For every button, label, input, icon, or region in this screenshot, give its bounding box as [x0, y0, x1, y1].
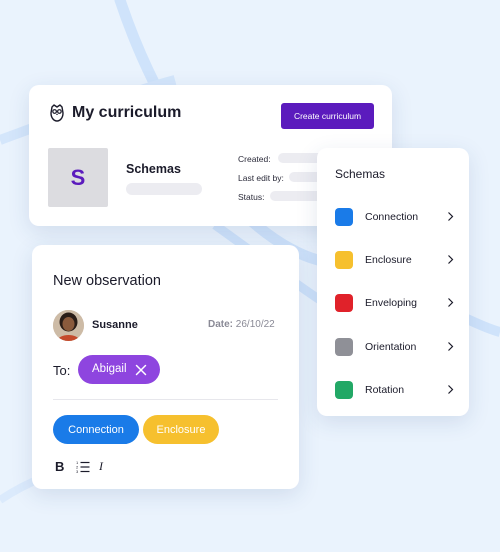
chevron-right-icon [448, 298, 454, 307]
schema-item-label: Orientation [365, 341, 417, 353]
schema-item-label: Enclosure [365, 254, 412, 266]
create-curriculum-button[interactable]: Create curriculum [281, 103, 374, 129]
owl-icon [50, 104, 64, 122]
schema-item-label: Enveloping [365, 297, 417, 309]
curriculum-thumbnail[interactable]: S [48, 148, 108, 207]
last-edit-label: Last edit by: [238, 173, 284, 183]
schemas-panel: Schemas Connection Enclosure Enveloping … [317, 148, 469, 416]
svg-text:3: 3 [76, 469, 79, 473]
color-swatch [335, 338, 353, 356]
avatar [53, 310, 84, 341]
divider [53, 399, 278, 400]
italic-button[interactable]: I [99, 459, 103, 474]
observation-title: New observation [53, 273, 161, 289]
color-swatch [335, 381, 353, 399]
status-label: Status: [238, 192, 265, 202]
new-observation-card: New observation Susanne Date: 26/10/22 T… [32, 245, 299, 489]
numbered-list-icon[interactable]: 1 2 3 [76, 460, 90, 473]
color-swatch [335, 251, 353, 269]
page-title: My curriculum [72, 104, 182, 121]
schema-item-connection[interactable]: Connection [335, 208, 455, 226]
schemas-panel-title: Schemas [335, 167, 386, 181]
schema-item-enveloping[interactable]: Enveloping [335, 294, 455, 312]
chevron-right-icon [448, 385, 454, 394]
date-label: Date: [208, 319, 234, 330]
bold-button[interactable]: B [55, 459, 64, 474]
recipient-name: Abigail [92, 363, 127, 375]
chevron-right-icon [448, 212, 454, 221]
schema-item-rotation[interactable]: Rotation [335, 381, 455, 399]
color-swatch [335, 294, 353, 312]
observation-date: Date: 26/10/22 [208, 319, 275, 330]
tag-connection[interactable]: Connection [53, 415, 139, 444]
tag-enclosure[interactable]: Enclosure [143, 415, 219, 444]
description-placeholder [126, 183, 202, 195]
schema-item-label: Rotation [365, 384, 405, 396]
to-label: To: [53, 363, 71, 378]
author-name: Susanne [92, 319, 138, 331]
created-label: Created: [238, 154, 271, 164]
schema-item-label: Connection [365, 211, 419, 223]
schema-item-enclosure[interactable]: Enclosure [335, 251, 455, 269]
chevron-right-icon [448, 342, 454, 351]
date-value: 26/10/22 [235, 319, 275, 330]
chevron-right-icon [448, 255, 454, 264]
close-icon[interactable] [135, 364, 147, 376]
schema-item-orientation[interactable]: Orientation [335, 338, 455, 356]
curriculum-name[interactable]: Schemas [126, 162, 181, 176]
color-swatch [335, 208, 353, 226]
recipient-chip[interactable]: Abigail [78, 355, 160, 384]
